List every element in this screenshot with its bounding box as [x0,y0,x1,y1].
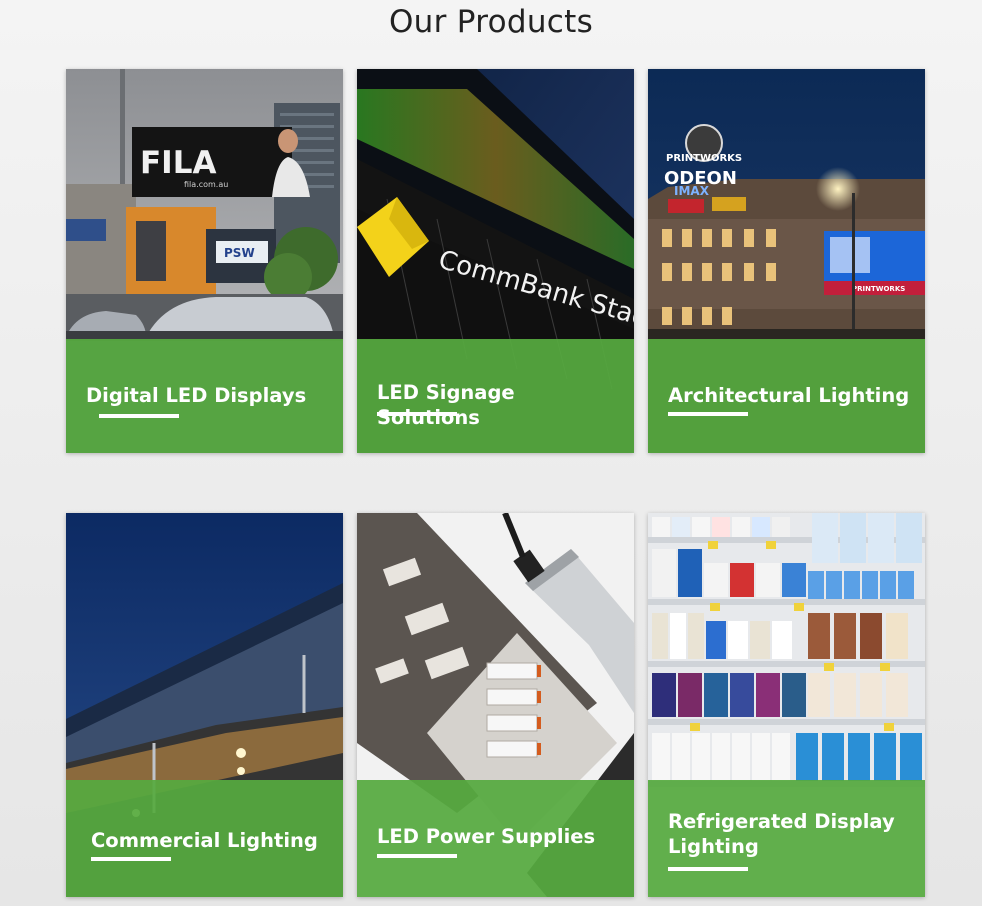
product-card-led-signage-solutions[interactable]: CommBank Stadium LED Signage Solutions [357,69,634,453]
product-card-title: LED Power Supplies [377,825,596,848]
product-card-refrigerated-display-lighting[interactable]: Refrigerated Display Lighting [648,513,925,897]
title-underline [668,867,748,871]
building-sign-top: PRINTWORKS [666,153,742,164]
title-underline [99,414,179,418]
title-underline [91,857,171,861]
product-card-digital-led-displays[interactable]: PSW FILA fila.com.au Digital LED Display… [66,69,343,453]
billboard-brand-text: FILA [140,145,216,181]
billboard-psw-text: PSW [224,246,255,260]
building-sign-imax: IMAX [674,184,710,198]
building-sign-bottom: PRINTWORKS [852,285,905,293]
product-card-led-power-supplies[interactable]: LED Power Supplies [357,513,634,897]
title-underline [668,412,748,416]
page-title: Our Products [388,4,594,40]
product-card-title: Digital LED Displays [86,384,307,407]
product-card-commercial-lighting[interactable]: Commercial Lighting [66,513,343,897]
title-underline [377,412,457,416]
product-card-title: Refrigerated Display Lighting [668,810,895,858]
title-underline [377,854,457,858]
product-card-architectural-lighting[interactable]: PRINTWORKS ODEON IMAX PRINTWORKS Archite… [648,69,925,453]
billboard-url-text: fila.com.au [184,180,228,189]
product-card-title: Architectural Lighting [668,384,910,407]
product-card-title: LED Signage Solutions [377,381,515,429]
product-card-title: Commercial Lighting [91,829,318,852]
